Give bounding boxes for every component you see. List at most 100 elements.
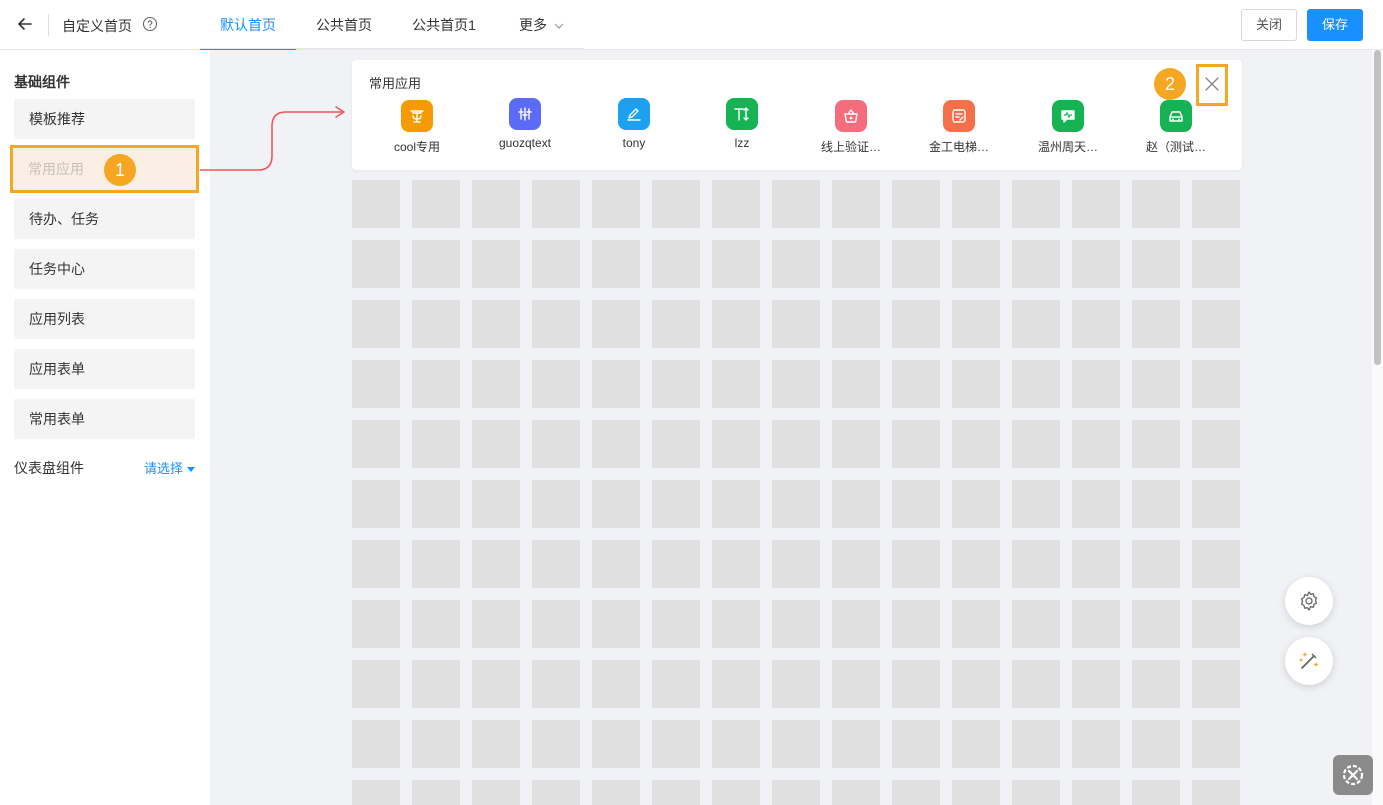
help-icon[interactable] <box>142 16 158 32</box>
tab-more[interactable]: 更多 <box>500 0 584 50</box>
grid-cell <box>952 180 1000 228</box>
grid-cell <box>532 720 580 768</box>
grid-cell <box>772 300 820 348</box>
save-button[interactable]: 保存 <box>1307 9 1363 41</box>
scrollbar-thumb[interactable] <box>1374 50 1381 365</box>
grid-cell <box>472 420 520 468</box>
app-tile[interactable]: 温州周天… <box>1018 100 1118 155</box>
grid-cell <box>1132 360 1180 408</box>
magic-wand-icon <box>1299 652 1319 669</box>
grid-cell <box>1012 420 1060 468</box>
back-arrow-icon[interactable] <box>14 13 36 35</box>
grid-cell <box>712 660 760 708</box>
sidebar-item-template[interactable]: 模板推荐 <box>14 99 195 139</box>
page-scrollbar[interactable] <box>1372 50 1383 805</box>
grid-cell <box>1132 780 1180 805</box>
top-header: 自定义首页 默认首页 公共首页 公共首页1 更多 关闭 保存 <box>0 0 1383 50</box>
grid-cell <box>712 780 760 805</box>
grid-cell <box>532 540 580 588</box>
fountain-icon <box>401 100 433 132</box>
grid-cell <box>412 600 460 648</box>
app-label: tony <box>622 136 646 150</box>
widget-close-button[interactable] <box>1196 64 1228 106</box>
grid-cell <box>352 180 400 228</box>
app-tile[interactable]: guozqtext <box>475 98 575 150</box>
grid-cell <box>772 600 820 648</box>
grid-cell <box>352 660 400 708</box>
grid-cell <box>532 240 580 288</box>
grid-cell <box>352 600 400 648</box>
grid-cell <box>1192 780 1240 805</box>
grid-cell <box>652 420 700 468</box>
close-button[interactable]: 关闭 <box>1241 9 1297 41</box>
app-tile[interactable]: 赵（测试… <box>1126 100 1226 155</box>
grid-cell <box>472 300 520 348</box>
grid-cell <box>652 660 700 708</box>
car-icon <box>1160 100 1192 132</box>
app-tile[interactable]: 线上验证… <box>801 100 901 155</box>
grid-cell <box>1012 240 1060 288</box>
grid-cell <box>832 480 880 528</box>
grid-cell <box>952 300 1000 348</box>
step-badge-1: 1 <box>104 154 136 186</box>
app-tile[interactable]: cool专用 <box>367 100 467 155</box>
sidebar-item-app-list[interactable]: 应用列表 <box>14 299 195 339</box>
sidebar-item-common-form[interactable]: 常用表单 <box>14 399 195 439</box>
sidebar-item-todo[interactable]: 待办、任务 <box>14 199 195 239</box>
grid-cell <box>1072 300 1120 348</box>
corner-settings-button[interactable] <box>1333 755 1373 795</box>
grid-cell <box>1072 480 1120 528</box>
app-tile[interactable]: lzz <box>692 98 792 150</box>
grid-cell <box>592 180 640 228</box>
tab-public-home-1[interactable]: 公共首页1 <box>396 0 492 50</box>
tab-more-label: 更多 <box>519 17 547 33</box>
sidebar-item-task-center[interactable]: 任务中心 <box>14 249 195 289</box>
grid-cell <box>592 540 640 588</box>
widget-title: 常用应用 <box>369 76 422 91</box>
dashboard-select[interactable]: 请选择 <box>144 458 196 477</box>
grid-cell <box>652 720 700 768</box>
grid-cell <box>1072 420 1120 468</box>
grid-cell <box>1132 600 1180 648</box>
grid-cell <box>892 300 940 348</box>
magic-wand-float-button[interactable] <box>1285 637 1333 685</box>
chat-icon <box>1052 100 1084 132</box>
basic-components-heading: 基础组件 <box>14 74 70 90</box>
grid-cell <box>1012 600 1060 648</box>
grid-cell <box>652 180 700 228</box>
app-tile[interactable]: 金工电梯… <box>909 100 1009 155</box>
grid-cell <box>412 420 460 468</box>
grid-cell <box>952 660 1000 708</box>
grid-cell <box>892 660 940 708</box>
grid-cell <box>352 360 400 408</box>
app-label: guozqtext <box>498 136 552 150</box>
tab-public-home[interactable]: 公共首页 <box>300 0 388 50</box>
grid-cell <box>352 720 400 768</box>
grid-cell <box>652 480 700 528</box>
grid-cell <box>1132 480 1180 528</box>
close-icon <box>1205 77 1219 91</box>
grid-cell <box>1072 540 1120 588</box>
document-icon <box>943 100 975 132</box>
settings-float-button[interactable] <box>1285 577 1333 625</box>
grid-cell <box>952 420 1000 468</box>
grid-cell <box>412 300 460 348</box>
grid-cell <box>832 240 880 288</box>
grid-cell <box>952 360 1000 408</box>
grid-cell <box>1072 360 1120 408</box>
app-tile[interactable]: tony <box>584 98 684 150</box>
pencil-icon <box>618 98 650 130</box>
grid-cell <box>832 180 880 228</box>
grid-cell <box>1072 180 1120 228</box>
chevron-down-icon <box>554 23 564 30</box>
grid-cell <box>832 780 880 805</box>
app-label: 赵（测试… <box>1145 140 1206 154</box>
grid-cell <box>592 360 640 408</box>
common-apps-widget[interactable]: 常用应用 cool专用 guozqtext tony lzz 线上验证… 金工电… <box>352 60 1242 170</box>
sidebar-item-app-form[interactable]: 应用表单 <box>14 349 195 389</box>
header-divider <box>48 14 49 36</box>
tab-default-home[interactable]: 默认首页 <box>200 0 296 50</box>
grid-cell <box>952 480 1000 528</box>
grid-cell <box>592 660 640 708</box>
grid-cell <box>592 480 640 528</box>
